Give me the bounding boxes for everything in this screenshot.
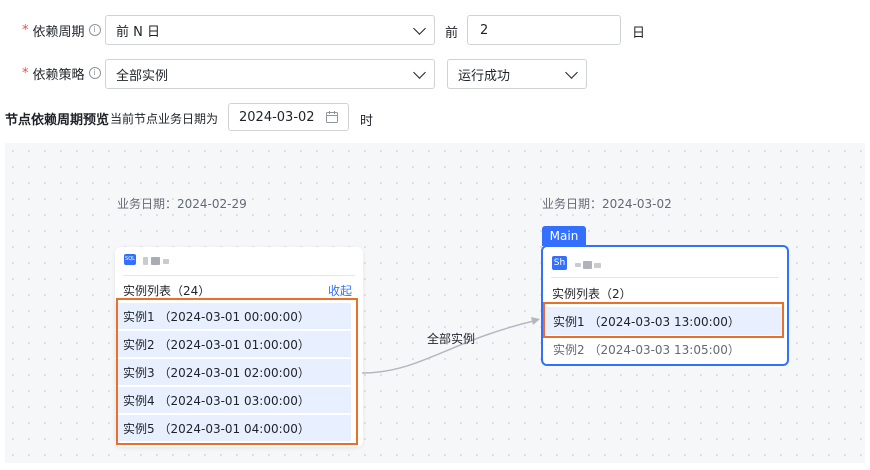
node-name-redacted [575, 261, 601, 269]
edge-label: 全部实例 [427, 332, 476, 346]
preview-title: 节点依赖周期预览 [5, 113, 110, 128]
business-date-picker[interactable]: 2024-03-02 [228, 103, 349, 131]
chevron-down-icon [565, 65, 578, 79]
preview-suffix: 时 [360, 114, 374, 129]
strategy-label: * 依赖策略 i [22, 64, 101, 83]
cycle-number-input[interactable]: 2 [467, 15, 621, 45]
highlight-box [543, 302, 784, 338]
main-tag: Main [542, 226, 586, 246]
preview-hint: 当前节点业务日期为 [110, 112, 219, 126]
shell-icon: Sh [552, 256, 567, 270]
instance-row[interactable]: 实例2 （2024-03-03 13:05:00） [545, 335, 787, 363]
chevron-down-icon [413, 65, 426, 79]
instance-list-title: 实例列表（24） [123, 284, 211, 298]
cycle-unit: 日 [632, 26, 646, 41]
info-icon[interactable]: i [88, 24, 101, 36]
instance-list-title: 实例列表（2） [552, 287, 632, 301]
right-date-label: 业务日期：2024-03-02 [542, 197, 672, 211]
chevron-down-icon [413, 21, 426, 35]
status-select[interactable]: 运行成功 [447, 59, 587, 89]
info-icon[interactable]: i [88, 67, 101, 79]
cycle-select[interactable]: 前 N 日 [105, 15, 435, 45]
cycle-label: * 依赖周期 i [22, 21, 101, 40]
strategy-select[interactable]: 全部实例 [105, 59, 435, 89]
cycle-prefix: 前 [445, 26, 459, 41]
collapse-link[interactable]: 收起 [328, 282, 352, 299]
node-name-redacted [143, 257, 169, 265]
sql-icon: SQL [124, 254, 136, 265]
left-date-label: 业务日期：2024-02-29 [117, 197, 247, 211]
calendar-icon [326, 111, 338, 123]
highlight-box [116, 298, 358, 445]
